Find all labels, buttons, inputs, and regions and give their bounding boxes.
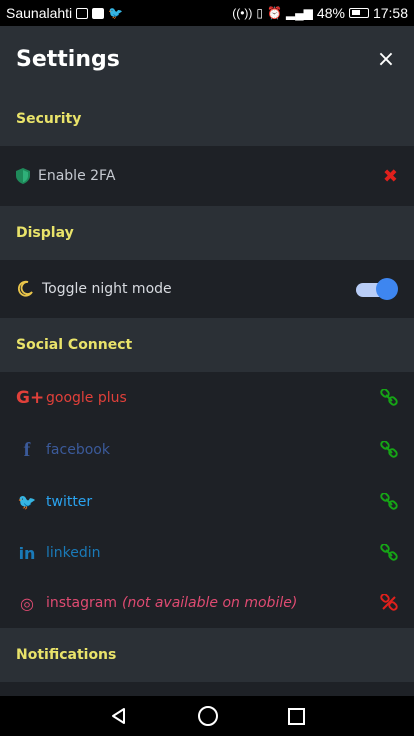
twitter-notification-icon: 🐦 <box>108 6 124 20</box>
shield-icon <box>16 168 30 184</box>
linkedin-icon: in <box>18 543 36 563</box>
section-title: Display <box>16 225 74 241</box>
link-icon[interactable] <box>380 389 398 407</box>
row-twitter[interactable]: 🐦 twitter <box>0 476 414 528</box>
android-nav-bar <box>0 696 414 736</box>
alarm-icon: ⏰ <box>267 6 282 20</box>
close-button[interactable]: × <box>374 47 398 72</box>
instagram-label: instagram <box>46 595 117 611</box>
section-title: Security <box>16 111 82 127</box>
disabled-x-icon[interactable]: ✖ <box>383 166 398 187</box>
hotspot-icon: ((•)) <box>232 6 253 20</box>
battery-percent: 48% <box>316 5 345 21</box>
clock: 17:58 <box>372 5 408 21</box>
twitter-icon: 🐦 <box>17 493 37 511</box>
section-security: Security <box>0 92 414 146</box>
instagram-note: (not available on mobile) <box>121 595 298 611</box>
settings-header: Settings × <box>0 26 414 92</box>
signal-icon: ▂▄▆ <box>285 6 313 20</box>
battery-icon <box>348 8 369 18</box>
recents-icon[interactable] <box>287 707 305 725</box>
home-icon[interactable] <box>197 706 218 726</box>
vibrate-icon: ▯ <box>256 6 263 20</box>
status-bar: Saunalahti 🐦 ((•)) ▯ ⏰ ▂▄▆ 48% 17:58 <box>0 0 414 26</box>
link-icon[interactable] <box>380 493 398 511</box>
section-title: Social Connect <box>16 337 133 353</box>
calendar-icon <box>76 7 89 19</box>
section-social-connect: Social Connect <box>0 318 414 372</box>
google-plus-icon: G+ <box>16 388 45 408</box>
google-plus-label: google plus <box>46 390 127 406</box>
link-icon[interactable] <box>380 544 398 562</box>
row-instagram[interactable]: ◎ instagram (not available on mobile) <box>0 578 414 628</box>
instagram-icon: ◎ <box>20 593 34 613</box>
facebook-icon: f <box>23 438 31 461</box>
message-icon <box>92 7 105 19</box>
section-notifications: Notifications <box>0 628 414 682</box>
linkedin-label: linkedin <box>46 545 101 561</box>
enable-2fa-label: Enable 2FA <box>38 168 116 184</box>
night-mode-label: Toggle night mode <box>42 281 172 297</box>
moon-icon <box>17 280 33 297</box>
row-facebook[interactable]: f facebook <box>0 424 414 476</box>
carrier-name: Saunalahti <box>6 5 73 21</box>
page-title: Settings <box>16 46 120 72</box>
row-linkedin[interactable]: in linkedin <box>0 528 414 578</box>
row-enable-2fa[interactable]: Enable 2FA ✖ <box>0 146 414 206</box>
row-google-plus[interactable]: G+ google plus <box>0 372 414 424</box>
facebook-label: facebook <box>46 442 110 458</box>
row-night-mode: Toggle night mode <box>0 260 414 318</box>
twitter-label: twitter <box>46 494 93 510</box>
section-title: Notifications <box>16 647 117 663</box>
toggle-knob <box>376 278 398 300</box>
broken-link-icon[interactable] <box>380 594 398 612</box>
notifications-content <box>0 682 414 696</box>
section-display: Display <box>0 206 414 260</box>
link-icon[interactable] <box>380 441 398 459</box>
night-mode-toggle[interactable] <box>356 278 398 300</box>
back-icon[interactable] <box>110 707 128 725</box>
